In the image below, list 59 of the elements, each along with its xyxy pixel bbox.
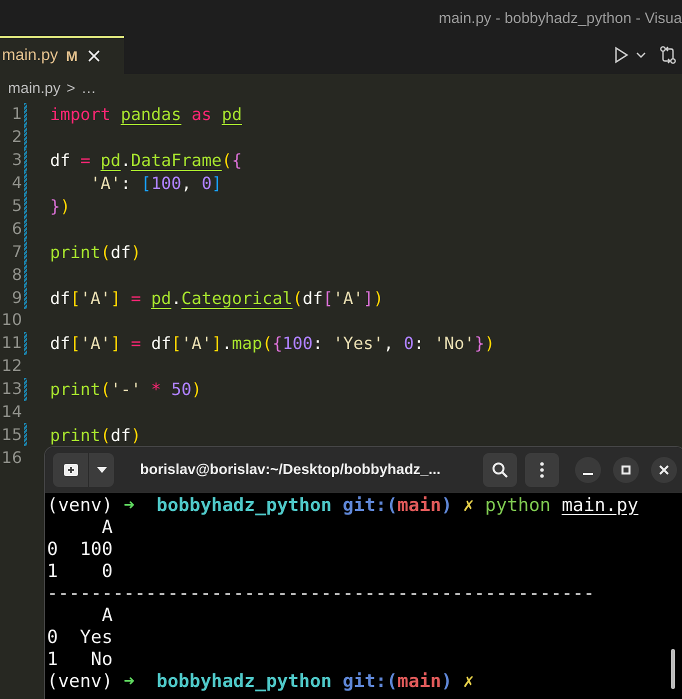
code-line: print(df) <box>50 424 141 445</box>
terminal-line: 0 Yes <box>47 627 114 649</box>
terminal-line: (venv) ➜ bobbyhadz_python git:(main) ✗ <box>47 671 476 693</box>
line-number: 15 <box>0 424 22 445</box>
compare-changes-icon[interactable] <box>658 45 678 65</box>
menu-button[interactable] <box>525 453 559 487</box>
line-number: 11 <box>0 333 22 354</box>
terminal-line: -------------------------------------------------- <box>47 583 596 605</box>
line-number: 5 <box>10 196 22 216</box>
chevron-down-icon[interactable] <box>636 51 646 59</box>
modified-label: M <box>66 48 78 64</box>
terminal-line: (venv) ➜ bobbyhadz_python git:(main) ✗ python main.py <box>47 495 640 517</box>
close-icon <box>659 465 669 475</box>
code-line: df['A'] = df['A'].map({100: 'Yes', 0: 'No'}) <box>50 333 495 354</box>
line-number: 4 <box>10 173 22 194</box>
line-number: 13 <box>0 379 22 400</box>
line-number: 12 <box>0 356 22 376</box>
line-number: 2 <box>10 127 22 148</box>
new-tab-icon <box>64 464 78 476</box>
line-number: 10 <box>0 310 22 330</box>
terminal-line: A <box>100 517 114 539</box>
breadcrumb-item[interactable]: … <box>81 80 96 96</box>
close-icon[interactable] <box>88 50 100 62</box>
window-title: main.py - bobbyhadz_python - Visua <box>438 10 682 26</box>
terminal-title: borislav@borislav:~/Desktop/bobbyhadz_... <box>139 462 442 478</box>
caret-icon <box>96 467 106 473</box>
code-line: print('-' * 50) <box>50 379 202 400</box>
terminal-line: A <box>100 605 114 627</box>
line-number: 9 <box>10 288 22 308</box>
code-line: df = pd.DataFrame({ <box>50 150 242 170</box>
code-line: import pandas as pd <box>50 104 242 124</box>
code-line: df['A'] = pd.Categorical(df['A']) <box>50 288 384 308</box>
breadcrumb-separator: > <box>66 80 76 96</box>
close-button[interactable] <box>651 457 677 483</box>
line-number: 7 <box>10 242 22 262</box>
line-number: 1 <box>10 104 22 124</box>
minimize-button[interactable] <box>575 457 601 483</box>
code-line: print(df) <box>50 242 141 262</box>
dropdown-button[interactable] <box>89 453 114 487</box>
terminal-line: 1 No <box>47 649 114 671</box>
line-number: 3 <box>10 150 22 170</box>
code-line: }) <box>50 196 70 216</box>
breadcrumb-file[interactable]: main.py <box>8 80 61 96</box>
scrollbar-thumb[interactable] <box>671 649 675 689</box>
search-icon <box>492 462 508 478</box>
line-number: 6 <box>10 218 22 239</box>
terminal-line: 0 100 <box>47 539 114 561</box>
editor-tab[interactable]: main.py M <box>0 36 124 74</box>
search-button[interactable] <box>483 453 517 487</box>
maximize-icon <box>621 465 631 475</box>
line-number: 16 <box>0 448 22 468</box>
terminal-line: 1 0 <box>47 561 114 583</box>
code-line: 'A': [100, 0] <box>89 173 222 194</box>
line-number: 8 <box>10 264 22 285</box>
kebab-menu-icon <box>540 462 544 478</box>
maximize-button[interactable] <box>613 457 639 483</box>
new-tab-button[interactable] <box>53 453 88 487</box>
line-number: 14 <box>0 402 22 422</box>
minimize-icon <box>583 473 593 475</box>
